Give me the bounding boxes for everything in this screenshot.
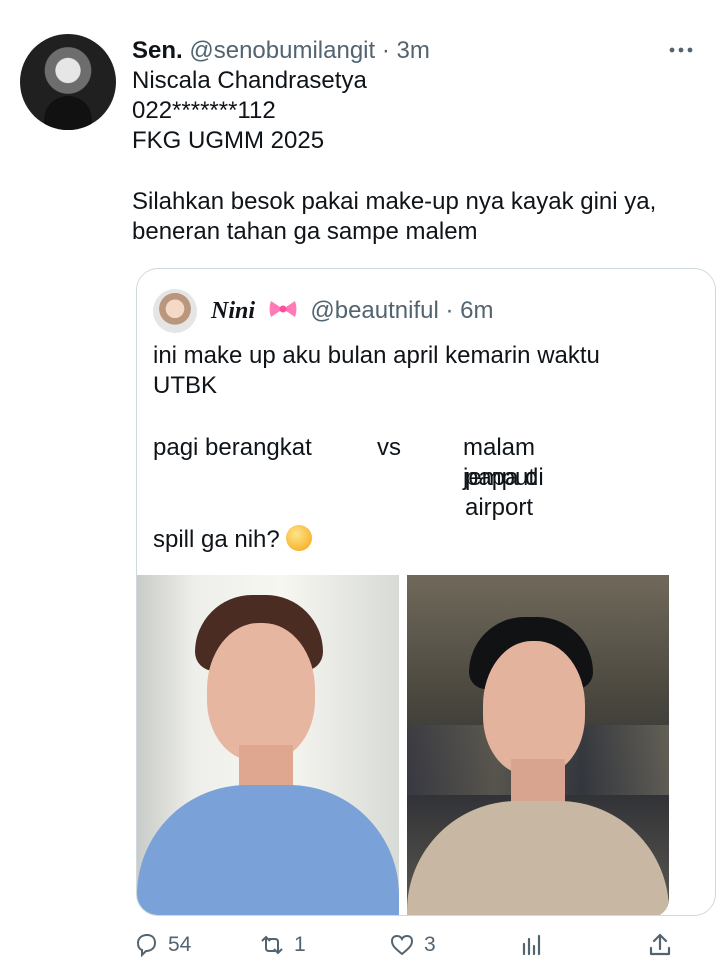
photo-right-shirt [407, 801, 669, 915]
share-button[interactable] [646, 928, 682, 962]
retweet-icon [261, 935, 283, 955]
quoted-line: ini make up aku bulan april kemarin wakt… [153, 342, 600, 369]
thinking-face-icon [286, 525, 313, 551]
quoted-question-line: spill ga nih? [153, 525, 600, 555]
stats-icon [522, 934, 541, 956]
like-count: 3 [424, 933, 436, 956]
tweet-header: Sen. @senobumilangit · 3m [132, 36, 430, 66]
quoted-question: spill ga nih? [153, 526, 280, 553]
photo-left-face [207, 623, 315, 761]
quoted-tweet[interactable]: Nini @beautniful · 6m ini make up aku bu… [136, 268, 716, 916]
tweet-line: FKG UGMM 2025 [132, 127, 325, 154]
stats-button[interactable] [518, 928, 554, 962]
author-name[interactable]: Sen. [132, 37, 183, 64]
quoted-header-separator: · [445, 297, 454, 324]
tweet-line-gap [132, 156, 656, 187]
header-separator: · [381, 37, 390, 64]
media-photo-left[interactable] [137, 575, 399, 915]
tweet: Sen. @senobumilangit · 3m Niscala Chandr… [0, 0, 720, 964]
comparison-text: pagi berangkat vs malam jemput papa di a… [153, 433, 600, 521]
reply-button[interactable]: 54 [132, 928, 191, 962]
media-grid [137, 575, 715, 915]
comparison-right-line2: papa di airport [465, 464, 544, 521]
author-handle[interactable]: @senobumilangit [189, 37, 375, 64]
tweet-line: Niscala Chandrasetya [132, 67, 367, 94]
like-button[interactable]: 3 [388, 928, 436, 962]
photo-left-shirt [137, 785, 399, 915]
retweet-button[interactable]: 1 [258, 928, 306, 962]
share-icon [649, 933, 671, 956]
heart-icon [390, 934, 414, 956]
author-avatar[interactable] [20, 34, 116, 130]
comparison-left: pagi berangkat [153, 434, 312, 461]
media-photo-right[interactable] [407, 575, 669, 915]
comparison-vs: vs [377, 434, 401, 461]
reply-icon [136, 933, 157, 958]
tweet-line: 022*******112 [132, 97, 276, 124]
tweet-line: Silahkan besok pakai make-up nya kayak g… [132, 188, 657, 215]
photo-right-face [483, 641, 585, 775]
bow-icon [269, 301, 297, 317]
reply-count: 54 [168, 933, 192, 956]
quoted-header: Nini @beautniful · 6m [211, 297, 494, 325]
quoted-author-avatar[interactable] [153, 289, 197, 333]
more-icon[interactable] [666, 37, 696, 61]
tweet-actions: 54 1 3 [0, 928, 720, 962]
quoted-author-handle[interactable]: @beautniful [310, 297, 438, 324]
quoted-body: ini make up aku bulan april kemarin wakt… [153, 341, 600, 555]
tweet-line: beneran tahan ga sampe malem [132, 218, 478, 245]
tweet-body: Niscala Chandrasetya 022*******112 FKG U… [132, 66, 656, 247]
retweet-count: 1 [294, 933, 306, 956]
quoted-author-name[interactable]: Nini [211, 298, 255, 324]
quoted-line-gap [153, 401, 600, 433]
tweet-time[interactable]: 3m [397, 37, 430, 64]
quoted-line: UTBK [153, 372, 218, 399]
quoted-time[interactable]: 6m [460, 297, 493, 324]
